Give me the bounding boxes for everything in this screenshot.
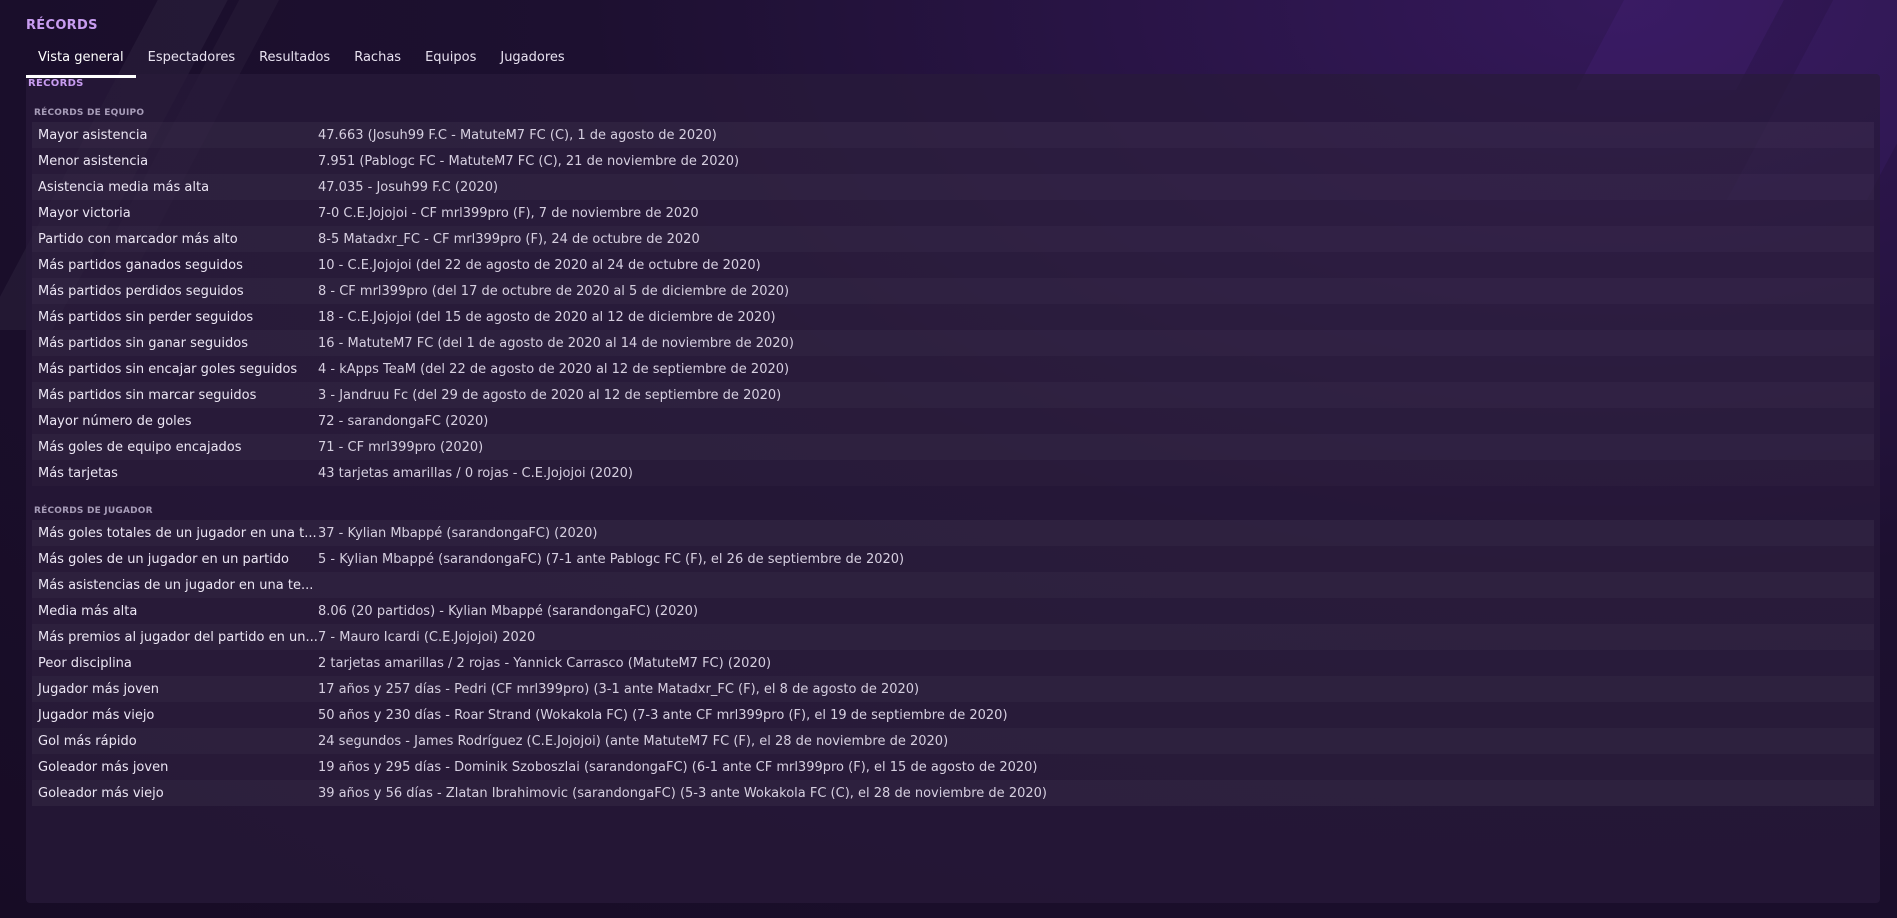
record-label: Más partidos sin ganar seguidos	[38, 335, 248, 351]
table-row: Más goles de un jugador en un partido 5 -…	[32, 546, 1874, 572]
record-value: 2 tarjetas amarillas / 2 rojas - Yannick…	[318, 655, 772, 671]
record-label: Asistencia media más alta	[38, 179, 210, 195]
record-label: Más partidos sin marcar seguidos	[38, 387, 257, 403]
record-label: Más premios al jugador del partido en un…	[38, 629, 318, 645]
record-label: Mayor número de goles	[38, 413, 192, 429]
record-value: 71 - CF mrl399pro (2020)	[318, 439, 484, 455]
tab-espectadores[interactable]: Espectadores	[136, 46, 247, 78]
table-row: Más premios al jugador del partido en un…	[32, 624, 1874, 650]
record-label: Jugador más viejo	[38, 707, 155, 723]
record-value: 72 - sarandongaFC (2020)	[318, 413, 489, 429]
record-label: Peor disciplina	[38, 655, 132, 671]
page-title: RÉCORDS	[26, 18, 98, 33]
table-row: Mayor número de goles 72 - sarandongaFC (…	[32, 408, 1874, 434]
table-row: Más tarjetas 43 tarjetas amarillas / 0 ro…	[32, 460, 1874, 486]
record-value: 3 - Jandruu Fc (del 29 de agosto de 2020…	[318, 387, 782, 403]
tab-vista-general[interactable]: Vista general	[26, 46, 136, 78]
table-row: Gol más rápido 24 segundos - James Rodríg…	[32, 728, 1874, 754]
table-row: Media más alta 8.06 (20 partidos) - Kylia…	[32, 598, 1874, 624]
record-value: 19 años y 295 días - Dominik Szoboszlai …	[318, 759, 1038, 775]
record-value: 7 - Mauro Icardi (C.E.Jojojoi) 2020	[318, 629, 536, 645]
team-records-list: Mayor asistencia 47.663 (Josuh99 F.C - Ma…	[32, 122, 1874, 486]
record-value: 4 - kApps TeaM (del 22 de agosto de 2020…	[318, 361, 790, 377]
record-label: Goleador más viejo	[38, 785, 164, 801]
tab-bar: Vista general Espectadores Resultados Ra…	[26, 46, 577, 78]
player-records-list: Más goles totales de un jugador en una t…	[32, 520, 1874, 806]
record-label: Más goles de un jugador en un partido	[38, 551, 290, 567]
table-row: Más goles de equipo encajados 71 - CF mrl…	[32, 434, 1874, 460]
table-row: Jugador más joven 17 años y 257 días - Pe…	[32, 676, 1874, 702]
record-value: 24 segundos - James Rodríguez (C.E.Jojoj…	[318, 733, 949, 749]
records-panel: RÉCORDS RÉCORDS DE EQUIPO Mayor asistenc…	[26, 74, 1880, 903]
tab-jugadores[interactable]: Jugadores	[488, 46, 576, 78]
tab-resultados[interactable]: Resultados	[247, 46, 342, 78]
record-value: 8 - CF mrl399pro (del 17 de octubre de 2…	[318, 283, 790, 299]
record-label: Más partidos perdidos seguidos	[38, 283, 244, 299]
record-label: Menor asistencia	[38, 153, 149, 169]
record-value: 17 años y 257 días - Pedri (CF mrl399pro…	[318, 681, 920, 697]
record-value: 5 - Kylian Mbappé (sarandongaFC) (7-1 an…	[318, 551, 905, 567]
record-value: 7-0 C.E.Jojojoi - CF mrl399pro (F), 7 de…	[318, 205, 699, 221]
table-row: Más partidos ganados seguidos 10 - C.E.Jo…	[32, 252, 1874, 278]
table-row: Goleador más joven 19 años y 295 días - D…	[32, 754, 1874, 780]
record-label: Mayor victoria	[38, 205, 131, 221]
table-row: Más partidos sin marcar seguidos 3 - Jand…	[32, 382, 1874, 408]
record-label: Más partidos sin encajar goles seguidos	[38, 361, 298, 377]
table-row: Más goles totales de un jugador en una t…	[32, 520, 1874, 546]
table-row: Peor disciplina 2 tarjetas amarillas / 2 …	[32, 650, 1874, 676]
table-row: Más partidos sin encajar goles seguidos 4…	[32, 356, 1874, 382]
record-value: 10 - C.E.Jojojoi (del 22 de agosto de 20…	[318, 257, 761, 273]
record-value: 39 años y 56 días - Zlatan Ibrahimovic (…	[318, 785, 1047, 801]
tab-rachas[interactable]: Rachas	[342, 46, 413, 78]
table-row: Menor asistencia 7.951 (Pablogc FC - Matu…	[32, 148, 1874, 174]
table-row: Más asistencias de un jugador en una te.…	[32, 572, 1874, 598]
table-row: Más partidos perdidos seguidos 8 - CF mrl…	[32, 278, 1874, 304]
record-label: Partido con marcador más alto	[38, 231, 238, 247]
record-value: 50 años y 230 días - Roar Strand (Wokako…	[318, 707, 1008, 723]
record-value: 16 - MatuteM7 FC (del 1 de agosto de 202…	[318, 335, 794, 351]
record-value: 18 - C.E.Jojojoi (del 15 de agosto de 20…	[318, 309, 776, 325]
record-value: 47.663 (Josuh99 F.C - MatuteM7 FC (C), 1…	[318, 127, 717, 143]
record-label: Más tarjetas	[38, 465, 118, 481]
table-row: Más partidos sin ganar seguidos 16 - Matu…	[32, 330, 1874, 356]
table-row: Goleador más viejo 39 años y 56 días - Zl…	[32, 780, 1874, 806]
record-label: Mayor asistencia	[38, 127, 148, 143]
record-label: Más partidos sin perder seguidos	[38, 309, 254, 325]
table-row: Mayor asistencia 47.663 (Josuh99 F.C - Ma…	[32, 122, 1874, 148]
record-label: Goleador más joven	[38, 759, 169, 775]
table-row: Asistencia media más alta 47.035 - Josuh9…	[32, 174, 1874, 200]
table-row: Jugador más viejo 50 años y 230 días - Ro…	[32, 702, 1874, 728]
record-label: Más asistencias de un jugador en una te.…	[38, 577, 314, 593]
table-row: Mayor victoria 7-0 C.E.Jojojoi - CF mrl39…	[32, 200, 1874, 226]
player-records-header: RÉCORDS DE JUGADOR	[34, 506, 153, 516]
record-label: Más partidos ganados seguidos	[38, 257, 243, 273]
tab-equipos[interactable]: Equipos	[413, 46, 488, 78]
record-value: 8-5 Matadxr_FC - CF mrl399pro (F), 24 de…	[318, 231, 700, 247]
team-records-header: RÉCORDS DE EQUIPO	[34, 108, 145, 118]
table-row: Partido con marcador más alto 8-5 Matadxr…	[32, 226, 1874, 252]
record-value: 8.06 (20 partidos) - Kylian Mbappé (sara…	[318, 603, 699, 619]
record-value: 37 - Kylian Mbappé (sarandongaFC) (2020)	[318, 525, 598, 541]
table-row: Más partidos sin perder seguidos 18 - C.E…	[32, 304, 1874, 330]
record-value: 43 tarjetas amarillas / 0 rojas - C.E.Jo…	[318, 465, 633, 481]
record-label: Más goles totales de un jugador en una t…	[38, 525, 317, 541]
record-label: Más goles de equipo encajados	[38, 439, 242, 455]
panel-label: RÉCORDS	[28, 78, 84, 89]
record-value: 7.951 (Pablogc FC - MatuteM7 FC (C), 21 …	[318, 153, 740, 169]
record-label: Media más alta	[38, 603, 138, 619]
record-value: 47.035 - Josuh99 F.C (2020)	[318, 179, 499, 195]
record-label: Jugador más joven	[38, 681, 160, 697]
record-label: Gol más rápido	[38, 733, 137, 749]
